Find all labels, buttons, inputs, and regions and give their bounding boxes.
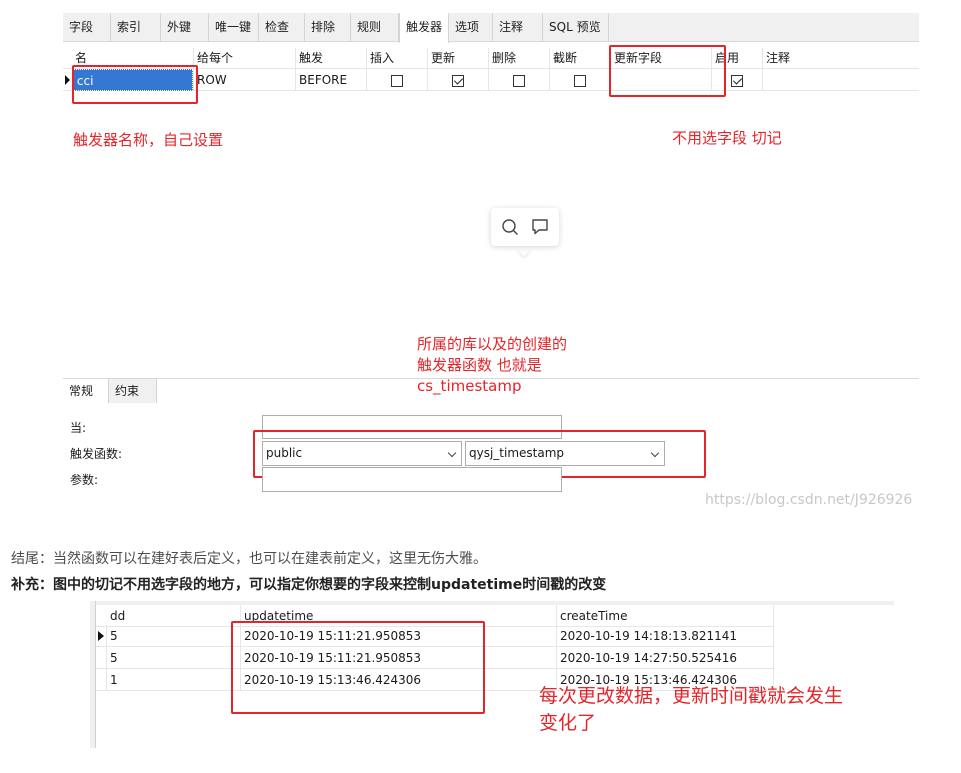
column-header-truncate[interactable]: 截断 <box>550 48 611 69</box>
trigger-function-label: 触发函数: <box>70 447 123 461</box>
tab-options[interactable]: 选项 <box>449 13 493 42</box>
row-indicator-icon <box>96 625 107 647</box>
search-icon[interactable] <box>501 218 519 239</box>
for-each-cell[interactable]: ROW <box>194 69 296 91</box>
update-cell <box>428 69 489 91</box>
floating-toolbar <box>491 208 559 246</box>
column-header-update[interactable]: 更新 <box>428 48 489 69</box>
tab-foreign-keys[interactable]: 外键 <box>161 13 209 42</box>
insert-checkbox[interactable] <box>391 74 403 87</box>
truncate-cell <box>550 69 611 91</box>
data-grid: dd updatetime createTime 5 2020-10-19 15… <box>96 601 894 691</box>
delete-cell <box>489 69 550 91</box>
dd-cell[interactable]: 1 <box>107 669 241 691</box>
column-header-dd[interactable]: dd <box>96 605 241 627</box>
tab-checks[interactable]: 检查 <box>259 13 305 42</box>
tab-indexes[interactable]: 索引 <box>111 13 161 42</box>
args-label: 参数: <box>70 473 99 487</box>
function-annotation-line-2: 触发器函数 也就是 <box>417 356 542 374</box>
tab-constraints[interactable]: 约束 <box>109 379 157 403</box>
insert-cell <box>367 69 428 91</box>
fires-cell[interactable]: BEFORE <box>296 69 367 91</box>
update-checkbox[interactable] <box>452 74 464 87</box>
tab-unique-keys[interactable]: 唯一键 <box>209 13 259 42</box>
supplement-text: 补充：图中的切记不用选字段的地方，可以指定你想要的字段来控制updatetime… <box>11 577 607 593</box>
table-row[interactable]: 5 2020-10-19 15:11:21.950853 2020-10-19 … <box>96 647 894 669</box>
comment-cell[interactable] <box>763 69 919 91</box>
table-row[interactable]: 5 2020-10-19 15:11:21.950853 2020-10-19 … <box>96 625 894 647</box>
column-header-createtime[interactable]: createTime <box>557 605 774 627</box>
row-indicator <box>96 647 107 669</box>
column-header-delete[interactable]: 删除 <box>489 48 550 69</box>
when-label: 当: <box>70 421 87 435</box>
property-tab-bar: 常规 约束 <box>63 378 919 403</box>
row-indicator <box>96 669 107 691</box>
createtime-cell[interactable]: 2020-10-19 14:27:50.525416 <box>557 647 774 669</box>
name-highlight-box <box>72 65 198 104</box>
watermark: https://blog.csdn.net/J926926 <box>705 492 913 508</box>
table-annotation-line-2: 变化了 <box>539 712 597 734</box>
truncate-checkbox[interactable] <box>574 74 586 87</box>
args-input[interactable] <box>262 467 562 492</box>
table-annotation-line-1: 每次更改数据，更新时间戳就会发生 <box>539 685 844 707</box>
fields-annotation: 不用选字段 切记 <box>672 129 782 147</box>
tab-general[interactable]: 常规 <box>63 379 109 403</box>
tab-fields[interactable]: 字段 <box>63 13 111 42</box>
function-annotation-line-1: 所属的库以及的创建的 <box>417 335 568 353</box>
updatetime-highlight-box <box>231 621 485 714</box>
comment-icon[interactable] <box>531 218 549 239</box>
column-header-for-each[interactable]: 给每个 <box>194 48 296 69</box>
column-header-fires[interactable]: 触发 <box>296 48 367 69</box>
dd-cell[interactable]: 5 <box>107 647 241 669</box>
tab-comment[interactable]: 注释 <box>493 13 543 42</box>
tab-triggers[interactable]: 触发器 <box>399 13 449 43</box>
enabled-checkbox[interactable] <box>731 74 743 87</box>
update-fields-highlight-box <box>609 45 726 97</box>
delete-checkbox[interactable] <box>513 74 525 87</box>
column-header-comment[interactable]: 注释 <box>763 48 919 69</box>
tab-rules[interactable]: 规则 <box>351 13 399 42</box>
column-header-insert[interactable]: 插入 <box>367 48 428 69</box>
createtime-cell[interactable]: 2020-10-19 14:18:13.821141 <box>557 625 774 647</box>
designer-tab-bar: 字段 索引 外键 唯一键 检查 排除 规则 触发器 选项 注释 SQL 预览 <box>63 13 919 43</box>
data-grid-header: dd updatetime createTime <box>96 601 894 627</box>
conclusion-text: 结尾：当然函数可以在建好表后定义，也可以在建表前定义，这里无伤大雅。 <box>11 551 487 567</box>
dd-cell[interactable]: 5 <box>107 625 241 647</box>
table-annotation: 每次更改数据，更新时间戳就会发生 变化了 <box>539 683 843 737</box>
tab-excludes[interactable]: 排除 <box>305 13 351 42</box>
name-annotation: 触发器名称，自己设置 <box>73 131 224 149</box>
tab-sql-preview[interactable]: SQL 预览 <box>543 13 609 42</box>
